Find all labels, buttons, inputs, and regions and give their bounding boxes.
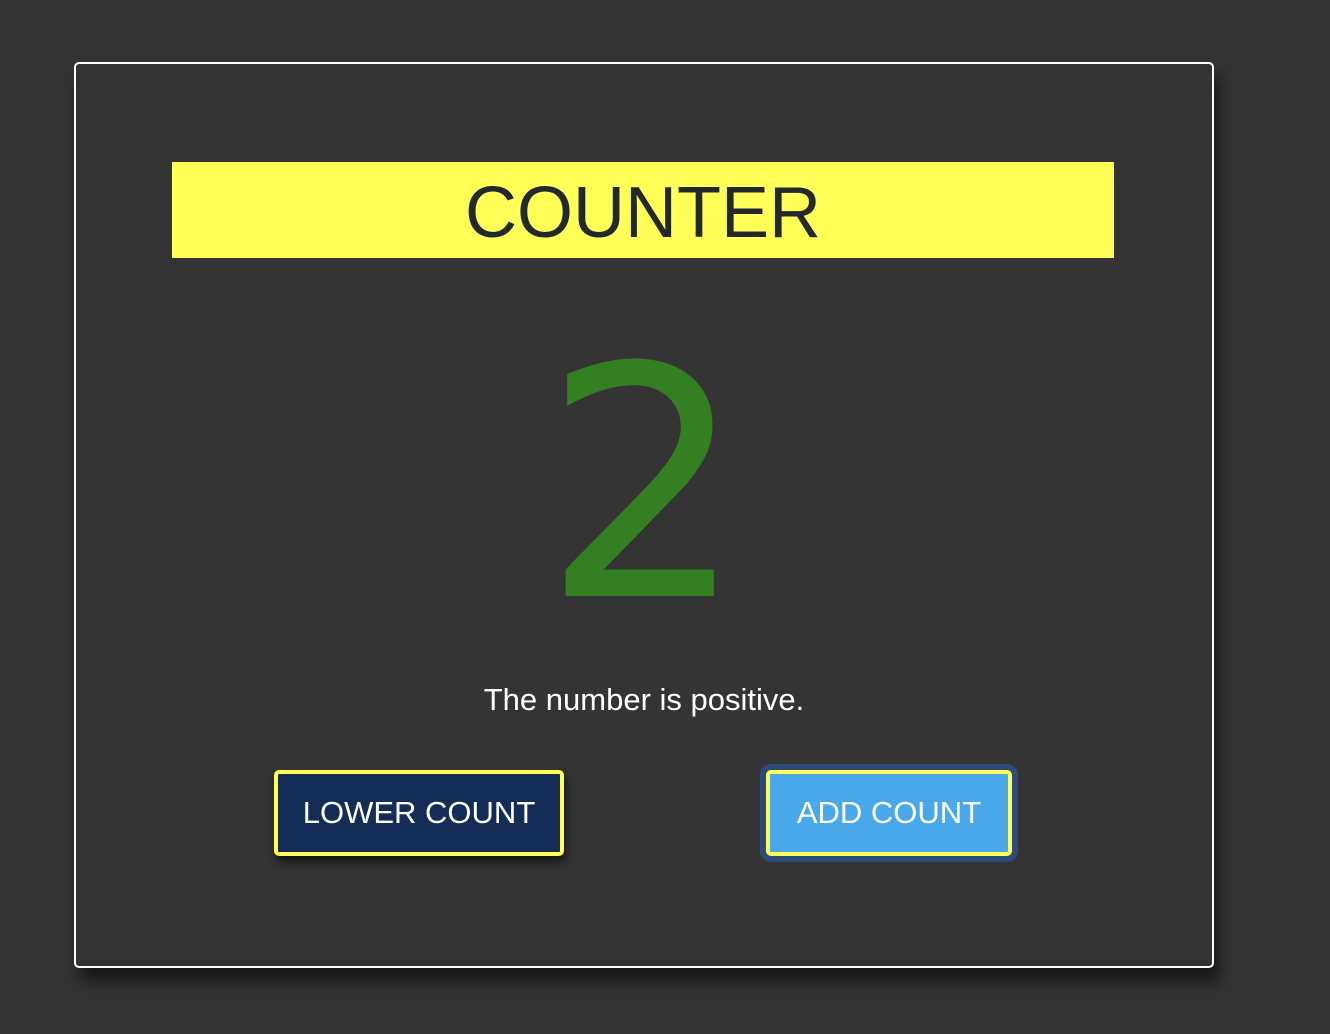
title-banner: COUNTER	[172, 162, 1114, 258]
page-title: COUNTER	[465, 173, 821, 253]
lower-count-button[interactable]: LOWER COUNT	[274, 770, 564, 856]
add-count-button[interactable]: ADD COUNT	[766, 770, 1012, 856]
count-value: 2	[542, 300, 746, 672]
counter-card: COUNTER 2 The number is positive. LOWER …	[74, 62, 1214, 968]
count-status-text: The number is positive.	[483, 682, 805, 717]
